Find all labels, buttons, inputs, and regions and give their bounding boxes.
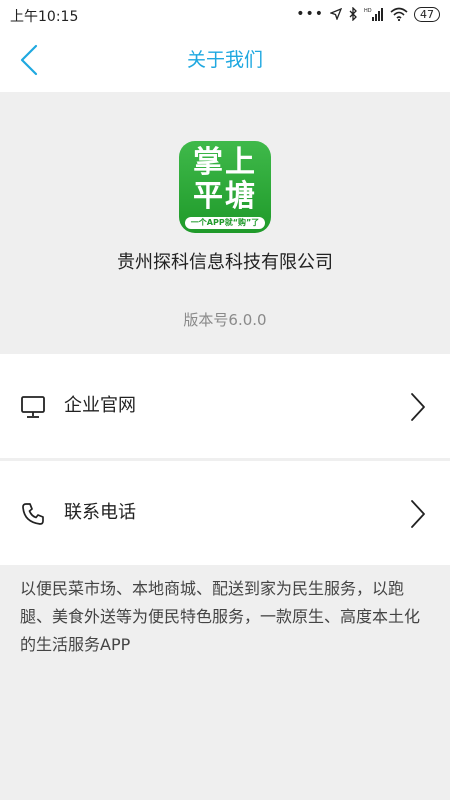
nav-bar: 关于我们 (0, 28, 450, 92)
monitor-icon (21, 396, 45, 418)
app-logo: 掌上 平塘 一个APP就“购”了 (179, 141, 271, 233)
bluetooth-icon (349, 7, 357, 21)
app-logo-line2: 平塘 (193, 179, 257, 214)
battery-icon: 47 (414, 6, 440, 22)
chevron-right-icon (411, 500, 425, 528)
status-bar: 上午10:15 ••• HD 47 (0, 0, 450, 28)
wifi-icon (390, 7, 408, 21)
version-label: 版本号6.0.0 (183, 311, 267, 329)
phone-label: 联系电话 (64, 502, 136, 523)
page-title: 关于我们 (186, 49, 263, 71)
website-label: 企业官网 (64, 395, 136, 416)
phone-icon (22, 503, 44, 525)
status-time: 上午10:15 (10, 9, 79, 25)
phone-row[interactable]: 联系电话 (0, 461, 450, 565)
svg-text:HD: HD (364, 8, 372, 14)
app-logo-slogan: 一个APP就“购”了 (185, 217, 265, 229)
company-description: 以便民菜市场、本地商城、配送到家为民生服务，以跑腿、美食外送等为便民特色服务，一… (20, 579, 421, 654)
more-dots-icon: ••• (296, 6, 324, 22)
company-name: 贵州探科信息科技有限公司 (117, 252, 333, 273)
hd-signal-icon: HD (364, 8, 383, 21)
status-icons: ••• HD 47 (296, 5, 440, 23)
chevron-right-icon (411, 393, 425, 421)
website-row[interactable]: 企业官网 (0, 354, 450, 458)
location-icon (330, 8, 342, 20)
app-logo-line1: 掌上 (193, 145, 257, 180)
